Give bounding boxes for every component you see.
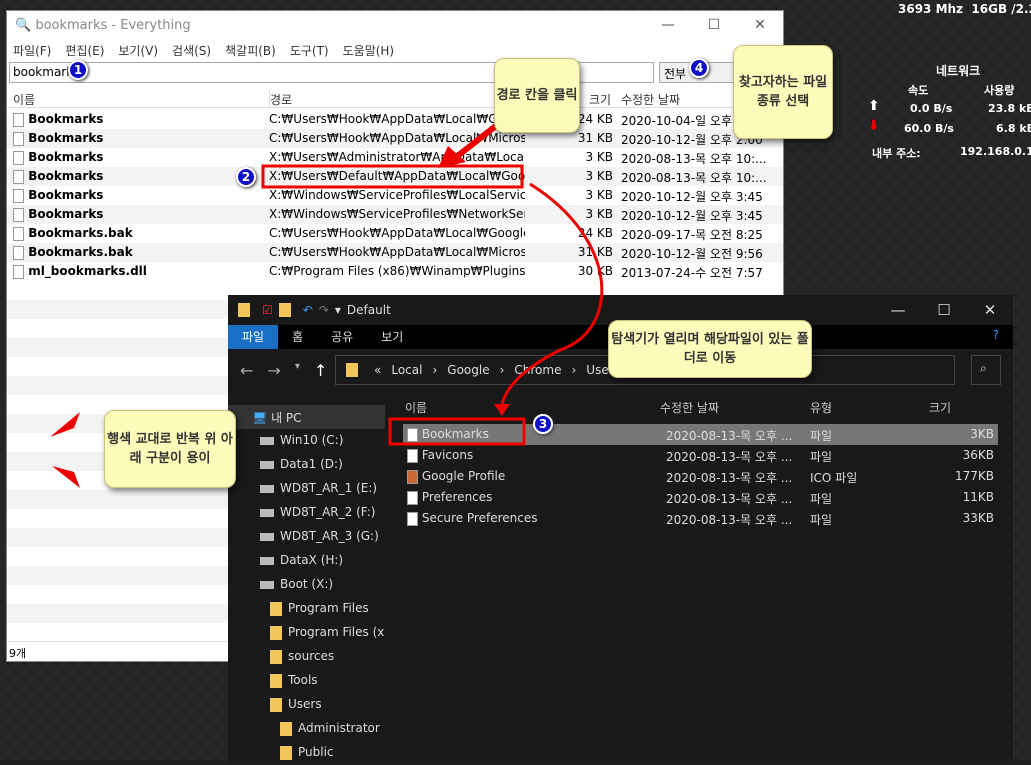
callout-file-type: 찾고자하는 파일 종류 선택: [733, 45, 833, 139]
pointer-arrow: [453, 122, 499, 161]
flow-arrowhead: [494, 404, 510, 416]
flow-arrow: [500, 182, 604, 406]
step-badge-1: 1: [68, 60, 88, 80]
step-badge-3: 3: [533, 414, 553, 434]
path-highlight-box: [261, 164, 524, 189]
row-arrow-1: [50, 412, 80, 437]
row-arrow-2: [52, 466, 80, 488]
file-highlight-box: [388, 417, 526, 446]
callout-row-stripes: 행색 교대로 반복 위 아래 구분이 용이: [104, 410, 236, 488]
callout-explorer-opens: 탐색기가 열리며 해당파일이 있는 폴더로 이동: [608, 320, 812, 378]
step-badge-4: 4: [689, 58, 709, 78]
step-badge-2: 2: [236, 167, 256, 187]
callout-click-path: 경로 칸을 클릭: [494, 58, 580, 133]
